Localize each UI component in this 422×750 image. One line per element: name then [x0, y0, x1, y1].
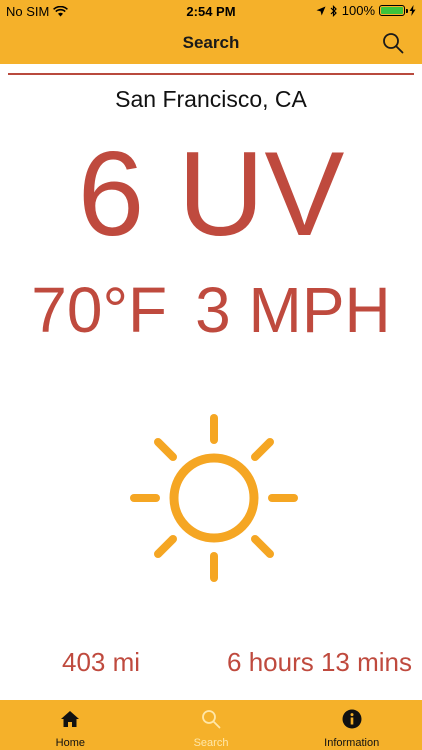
status-bar: No SIM 2:54 PM 100% [0, 0, 422, 22]
search-icon[interactable] [382, 32, 404, 54]
battery-icon [379, 5, 408, 16]
battery-cap [406, 9, 408, 13]
temperature-value: 70°F [31, 274, 168, 346]
distance-value: 403 mi [62, 647, 141, 677]
charging-bolt-icon [409, 5, 416, 16]
sun-icon [130, 414, 298, 582]
uv-index: 6 UV [77, 127, 345, 261]
wind-speed-value: 3 MPH [195, 274, 391, 346]
tab-label: Search [193, 737, 229, 749]
battery-percent: 100% [341, 3, 375, 18]
tab-label: Information [324, 737, 380, 749]
city-label: San Francisco, CA [115, 86, 307, 112]
header: No SIM 2:54 PM 100% Search [0, 0, 422, 64]
page-title: Search [182, 33, 240, 52]
duration-value: 6 hours 13 mins [227, 647, 412, 677]
info-icon [342, 709, 362, 729]
search-icon [202, 710, 221, 729]
tab-home[interactable]: Home [0, 700, 141, 750]
status-right: 100% [316, 3, 416, 18]
location-arrow-icon [316, 6, 326, 15]
home-icon [61, 711, 80, 727]
app-screen: No SIM 2:54 PM 100% Search San Francisco… [0, 0, 422, 750]
battery-fill [381, 7, 403, 14]
divider [8, 73, 414, 75]
tab-information[interactable]: Information [281, 700, 422, 750]
tab-search[interactable]: Search [141, 700, 282, 750]
bluetooth-icon [330, 4, 337, 17]
tab-label: Home [55, 737, 85, 749]
weather-metrics: 70°F 3 MPH [0, 272, 422, 348]
tab-bar: Home Search Information [0, 700, 422, 750]
